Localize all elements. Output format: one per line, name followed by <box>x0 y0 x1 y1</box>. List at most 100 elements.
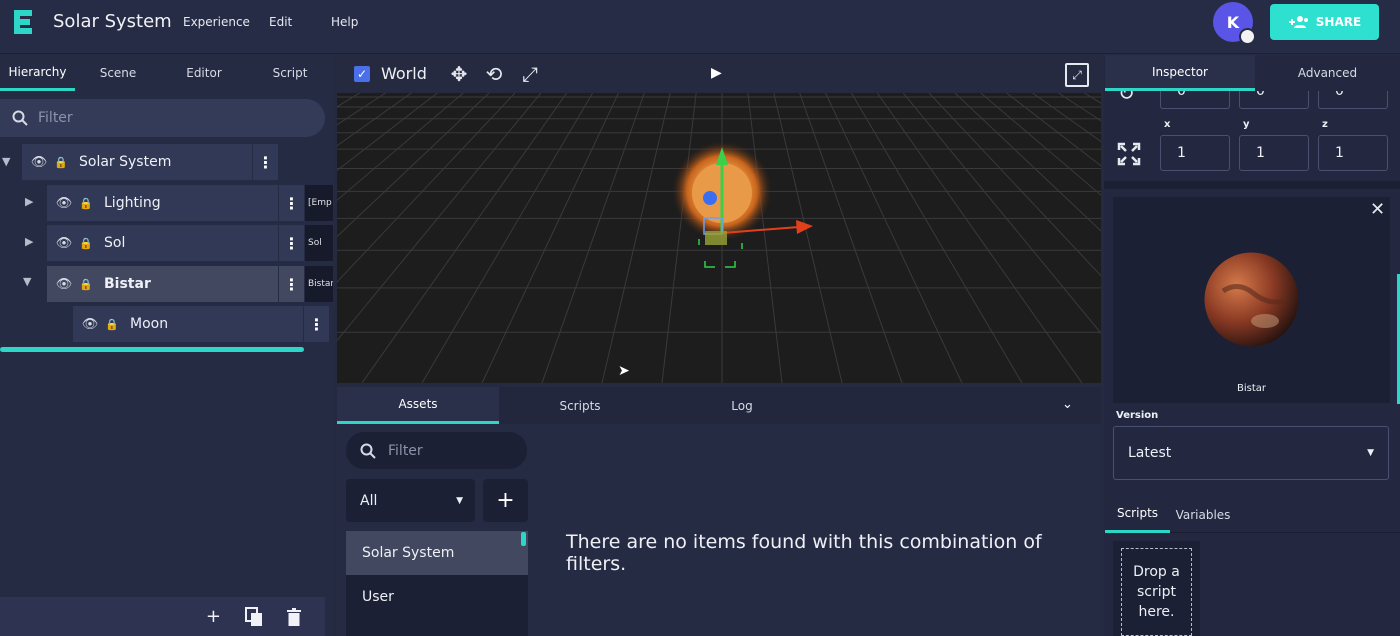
tree-node-sol[interactable]: 👁 🔒 Sol ⋮ <box>47 225 304 261</box>
tree-node-bistar[interactable]: 👁 🔒 Bistar ⋮ <box>47 266 304 302</box>
tab-editor[interactable]: Editor <box>161 55 247 91</box>
grid-line <box>421 93 594 383</box>
share-button[interactable]: SHARE <box>1270 4 1379 40</box>
add-people-icon <box>1288 16 1308 28</box>
expand-caret-icon[interactable]: ▼ <box>23 275 37 288</box>
tab-hierarchy[interactable]: Hierarchy <box>0 55 75 91</box>
tab-scene[interactable]: Scene <box>75 55 161 91</box>
node-menu-icon[interactable]: ⋮ <box>278 266 304 302</box>
expand-caret-icon[interactable]: ▶ <box>25 235 39 248</box>
asset-type-select[interactable]: All ▼ <box>346 479 475 522</box>
axis-label-y: y <box>1243 119 1250 130</box>
move-tool-icon[interactable]: ✥ <box>446 61 472 87</box>
expand-caret-icon[interactable]: ▼ <box>2 155 16 168</box>
play-icon[interactable]: ▶ <box>711 65 727 81</box>
inspector-panel: Inspector Advanced ↻ 0 0 0 x y z 1 1 1 ✕ <box>1104 55 1400 636</box>
search-icon <box>12 110 28 126</box>
grid-line <box>902 93 1101 335</box>
rotate-icon: ↻ <box>1118 91 1135 105</box>
device-badge-icon <box>1239 28 1256 45</box>
tab-variables[interactable]: Variables <box>1172 496 1234 533</box>
grid-line <box>481 93 619 383</box>
scale-icon <box>1117 142 1141 166</box>
lock-icon[interactable]: 🔒 <box>104 318 120 331</box>
section-divider <box>1104 181 1400 189</box>
category-user[interactable]: User <box>346 575 528 619</box>
asset-type-value: All <box>360 492 378 509</box>
fullscreen-icon[interactable]: ⤢ <box>1065 63 1089 87</box>
scene-viewport[interactable]: ➤ <box>337 93 1101 383</box>
hierarchy-filter-input[interactable]: Filter <box>0 99 325 137</box>
expand-caret-icon[interactable]: ▶ <box>25 195 39 208</box>
inspector-scripts-tabs: Scripts Variables <box>1104 496 1400 533</box>
lock-icon[interactable]: 🔒 <box>78 278 94 291</box>
mouse-cursor-icon: ➤ <box>618 363 630 379</box>
rotation-y-field[interactable]: 0 <box>1239 91 1309 109</box>
tree-node-label: Lighting <box>104 195 161 211</box>
visibility-eye-icon[interactable]: 👁 <box>54 196 74 211</box>
scale-y-field[interactable]: 1 <box>1239 135 1309 171</box>
grid-line <box>337 93 412 147</box>
menu-edit[interactable]: Edit <box>269 15 292 29</box>
collapse-chevron-icon[interactable]: ⌄ <box>1062 397 1073 412</box>
tab-advanced[interactable]: Advanced <box>1255 55 1400 91</box>
grid-line <box>601 93 671 383</box>
search-icon <box>360 443 376 459</box>
assets-panel: Assets Scripts Log ⌄ Filter All ▼ + Sola… <box>337 387 1101 636</box>
lock-icon[interactable]: 🔒 <box>78 197 94 210</box>
hierarchy-scrollbar[interactable] <box>0 347 304 352</box>
version-label: Version <box>1116 410 1159 421</box>
tab-log[interactable]: Log <box>661 387 823 424</box>
app-logo-icon[interactable] <box>10 8 36 36</box>
node-menu-icon[interactable]: ⋮ <box>252 144 278 180</box>
tab-script[interactable]: Script <box>247 55 333 91</box>
scale-x-field[interactable]: 1 <box>1160 135 1230 171</box>
tree-node-lighting[interactable]: 👁 🔒 Lighting ⋮ <box>47 185 304 221</box>
close-icon[interactable]: ✕ <box>1370 199 1385 220</box>
axis-label-z: z <box>1322 119 1328 130</box>
visibility-eye-icon[interactable]: 👁 <box>80 317 100 332</box>
grid-line <box>1032 93 1101 143</box>
visibility-eye-icon[interactable]: 👁 <box>29 155 49 170</box>
trash-icon[interactable] <box>287 607 301 626</box>
tab-assets[interactable]: Assets <box>337 387 499 424</box>
asset-filter-input[interactable]: Filter <box>346 432 527 469</box>
tree-node-moon[interactable]: 👁 🔒 Moon ⋮ <box>73 306 329 342</box>
app-title: Solar System <box>53 11 172 32</box>
world-checkbox[interactable]: ✓ <box>354 66 370 82</box>
tree-node-label: Moon <box>130 316 169 332</box>
visibility-eye-icon[interactable]: 👁 <box>54 236 74 251</box>
z-axis-handle[interactable] <box>703 191 717 205</box>
node-menu-icon[interactable]: ⋮ <box>303 306 329 342</box>
duplicate-icon[interactable] <box>245 606 263 627</box>
tree-node-solar-system[interactable]: 👁 🔒 Solar System ⋮ <box>22 144 278 180</box>
rotation-row: ↻ 0 0 0 <box>1104 91 1400 111</box>
rotation-z-field[interactable]: 0 <box>1318 91 1388 109</box>
script-drop-zone[interactable]: Drop a script here. <box>1121 548 1192 636</box>
node-type-tag: Bistar <box>305 266 333 302</box>
lock-icon[interactable]: 🔒 <box>78 237 94 250</box>
top-bar: Solar System Experience Edit Help K SHAR… <box>0 0 1400 54</box>
visibility-eye-icon[interactable]: 👁 <box>54 277 74 292</box>
scale-z-field[interactable]: 1 <box>1318 135 1388 171</box>
lock-icon[interactable]: 🔒 <box>53 156 69 169</box>
category-solar-system[interactable]: Solar System <box>346 531 528 575</box>
node-menu-icon[interactable]: ⋮ <box>278 225 304 261</box>
menu-help[interactable]: Help <box>331 15 358 29</box>
node-type-tag: Sol <box>305 225 333 261</box>
grid-line <box>1006 93 1101 167</box>
menu-experience[interactable]: Experience <box>183 15 250 29</box>
asset-category-list: Solar System User <box>346 531 528 636</box>
tab-inspector[interactable]: Inspector <box>1105 55 1255 91</box>
version-select[interactable]: Latest ▼ <box>1113 426 1389 480</box>
planet-thumbnail <box>1204 252 1299 347</box>
scale-tool-icon[interactable]: ⤢ <box>517 61 543 87</box>
category-scrollbar[interactable] <box>521 532 526 546</box>
add-icon[interactable]: + <box>206 606 221 627</box>
rotation-x-field[interactable]: 0 <box>1160 91 1230 109</box>
node-menu-icon[interactable]: ⋮ <box>278 185 304 221</box>
tab-inspector-scripts[interactable]: Scripts <box>1105 496 1170 533</box>
add-asset-button[interactable]: + <box>483 479 528 522</box>
rotate-tool-icon[interactable]: ⟲ <box>481 61 507 87</box>
tab-scripts[interactable]: Scripts <box>499 387 661 424</box>
